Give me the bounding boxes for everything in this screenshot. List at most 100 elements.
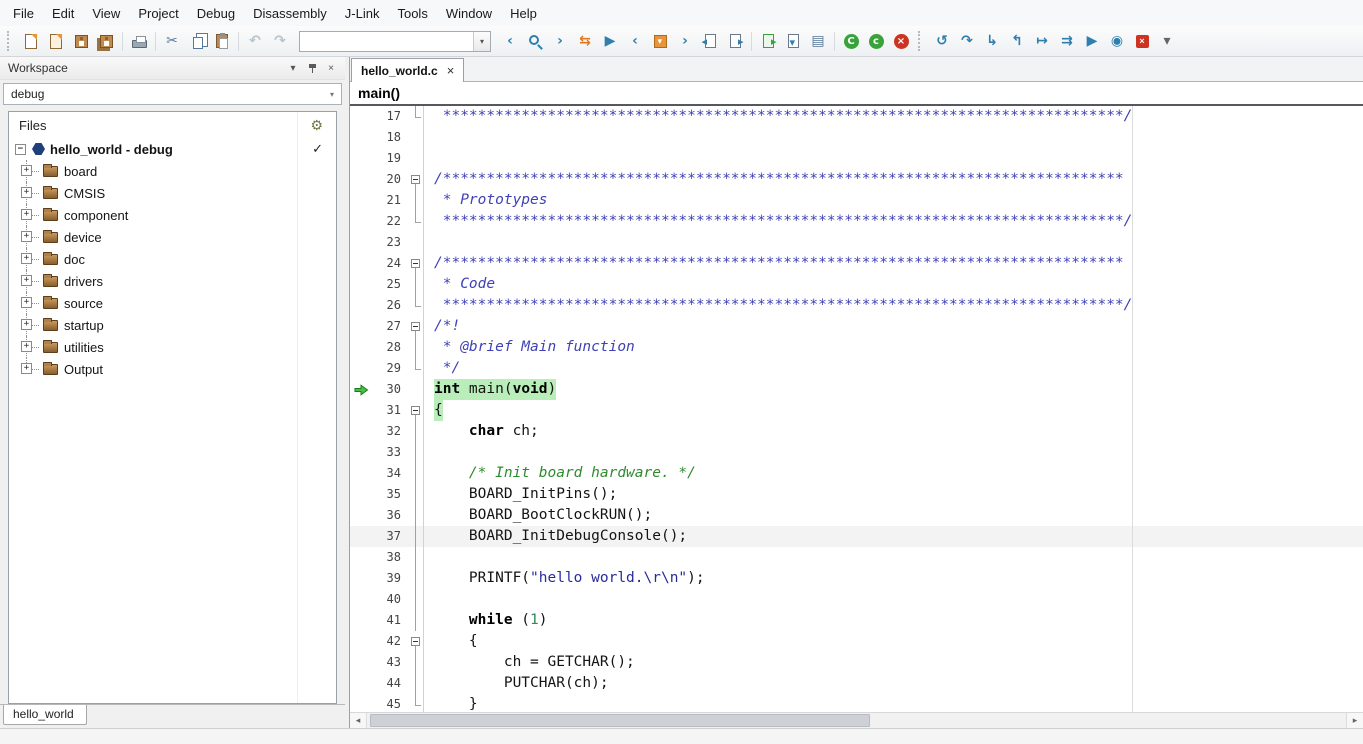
save-all-button[interactable] <box>94 29 118 53</box>
open-document-button[interactable] <box>44 29 68 53</box>
code-line-37[interactable]: 37 BOARD_InitDebugConsole(); <box>350 526 1363 547</box>
breakpoint-gutter[interactable] <box>350 400 372 421</box>
expand-icon[interactable]: + <box>21 275 32 286</box>
code-line-27[interactable]: 27/*! <box>350 316 1363 337</box>
tree-item-output[interactable]: +Output <box>9 358 336 380</box>
toolbar-overflow-button[interactable]: ▾ <box>1155 29 1179 53</box>
breakpoint-gutter[interactable] <box>350 379 372 400</box>
make-button[interactable] <box>781 29 805 53</box>
breakpoint-gutter[interactable] <box>350 274 372 295</box>
expand-icon[interactable]: + <box>21 165 32 176</box>
tree-item-device[interactable]: +device <box>9 226 336 248</box>
breakpoint-gutter[interactable] <box>350 610 372 631</box>
breakpoint-gutter[interactable] <box>350 526 372 547</box>
menu-item-project[interactable]: Project <box>129 0 187 26</box>
breakpoint-gutter[interactable] <box>350 190 372 211</box>
expand-icon[interactable]: + <box>21 297 32 308</box>
step-over-button[interactable]: ↷ <box>955 29 979 53</box>
code-line-20[interactable]: 20/*************************************… <box>350 169 1363 190</box>
code-line-31[interactable]: 31{ <box>350 400 1363 421</box>
code-line-39[interactable]: 39 PRINTF("hello world.\r\n"); <box>350 568 1363 589</box>
save-button[interactable] <box>69 29 93 53</box>
print-button[interactable] <box>127 29 151 53</box>
menu-item-debug[interactable]: Debug <box>188 0 244 26</box>
code-line-44[interactable]: 44 PUTCHAR(ch); <box>350 673 1363 694</box>
breakpoint-gutter[interactable] <box>350 337 372 358</box>
code-line-29[interactable]: 29 */ <box>350 358 1363 379</box>
toolbar-grip[interactable] <box>7 31 14 51</box>
fold-collapse-icon[interactable] <box>411 259 420 268</box>
undo-button[interactable]: ↶ <box>243 29 267 53</box>
code-line-41[interactable]: 41 while (1) <box>350 610 1363 631</box>
menu-item-view[interactable]: View <box>83 0 129 26</box>
breakpoint-gutter[interactable] <box>350 631 372 652</box>
c-stat-analyze-button[interactable]: C <box>839 29 863 53</box>
fold-collapse-icon[interactable] <box>411 637 420 646</box>
scroll-track[interactable] <box>367 713 1346 728</box>
go-to-definition-button[interactable]: ▶ <box>598 29 622 53</box>
code-line-18[interactable]: 18 <box>350 127 1363 148</box>
breakpoint-gutter[interactable] <box>350 421 372 442</box>
code-line-25[interactable]: 25 * Code <box>350 274 1363 295</box>
expand-icon[interactable]: + <box>21 209 32 220</box>
code-line-32[interactable]: 32 char ch; <box>350 421 1363 442</box>
stop-debugging-button[interactable] <box>1130 29 1154 53</box>
fold-collapse-icon[interactable] <box>411 322 420 331</box>
breakpoint-gutter[interactable] <box>350 589 372 610</box>
next-bookmark-button[interactable]: › <box>673 29 697 53</box>
gear-icon[interactable]: ⚙ <box>310 117 323 134</box>
new-document-button[interactable] <box>19 29 43 53</box>
expand-icon[interactable]: + <box>21 187 32 198</box>
code-line-24[interactable]: 24/*************************************… <box>350 253 1363 274</box>
code-line-23[interactable]: 23 <box>350 232 1363 253</box>
code-line-43[interactable]: 43 ch = GETCHAR(); <box>350 652 1363 673</box>
break-button[interactable]: ◉ <box>1105 29 1129 53</box>
tree-item-board[interactable]: +board <box>9 160 336 182</box>
batch-build-button[interactable]: ▤ <box>806 29 830 53</box>
step-out-button[interactable]: ↰ <box>1005 29 1029 53</box>
breakpoint-gutter[interactable] <box>350 547 372 568</box>
menu-item-help[interactable]: Help <box>501 0 546 26</box>
tree-item-drivers[interactable]: +drivers <box>9 270 336 292</box>
replace-button[interactable]: ⇆ <box>573 29 597 53</box>
breakpoint-gutter[interactable] <box>350 169 372 190</box>
code-line-17[interactable]: 17 *************************************… <box>350 106 1363 127</box>
previous-bookmark-button[interactable]: ‹ <box>623 29 647 53</box>
breakpoint-gutter[interactable] <box>350 316 372 337</box>
scroll-right-button[interactable]: ▸ <box>1346 713 1363 728</box>
breakpoint-gutter[interactable] <box>350 106 372 127</box>
redo-button[interactable]: ↷ <box>268 29 292 53</box>
expand-icon[interactable]: + <box>21 231 32 242</box>
menu-item-edit[interactable]: Edit <box>43 0 83 26</box>
code-line-28[interactable]: 28 * @brief Main function <box>350 337 1363 358</box>
c-stat-clear-button[interactable]: c <box>864 29 888 53</box>
code-line-19[interactable]: 19 <box>350 148 1363 169</box>
panel-close-icon[interactable]: × <box>323 60 339 76</box>
compile-button[interactable] <box>756 29 780 53</box>
menu-item-window[interactable]: Window <box>437 0 501 26</box>
navigate-forward-button[interactable] <box>723 29 747 53</box>
expand-icon[interactable]: + <box>21 363 32 374</box>
cut-button[interactable]: ✂ <box>160 29 184 53</box>
expand-icon[interactable]: + <box>21 319 32 330</box>
scroll-left-button[interactable]: ◂ <box>350 713 367 728</box>
find-next-button[interactable]: › <box>548 29 572 53</box>
code-line-40[interactable]: 40 <box>350 589 1363 610</box>
code-line-36[interactable]: 36 BOARD_BootClockRUN(); <box>350 505 1363 526</box>
expand-icon[interactable]: + <box>21 253 32 264</box>
breakpoint-gutter[interactable] <box>350 568 372 589</box>
code-line-33[interactable]: 33 <box>350 442 1363 463</box>
breakpoint-gutter[interactable] <box>350 232 372 253</box>
code-line-21[interactable]: 21 * Prototypes <box>350 190 1363 211</box>
find-combo-dropdown-button[interactable]: ▾ <box>473 32 490 51</box>
breakpoint-gutter[interactable] <box>350 673 372 694</box>
scroll-thumb[interactable] <box>370 714 870 727</box>
tree-item-component[interactable]: +component <box>9 204 336 226</box>
fold-collapse-icon[interactable] <box>411 406 420 415</box>
breakpoint-gutter[interactable] <box>350 694 372 712</box>
copy-button[interactable] <box>185 29 209 53</box>
menu-item-tools[interactable]: Tools <box>388 0 436 26</box>
code-line-34[interactable]: 34 /* Init board hardware. */ <box>350 463 1363 484</box>
tab-hello-world-c[interactable]: hello_world.c × <box>351 58 464 82</box>
workspace-bottom-tab[interactable]: hello_world <box>3 705 87 725</box>
